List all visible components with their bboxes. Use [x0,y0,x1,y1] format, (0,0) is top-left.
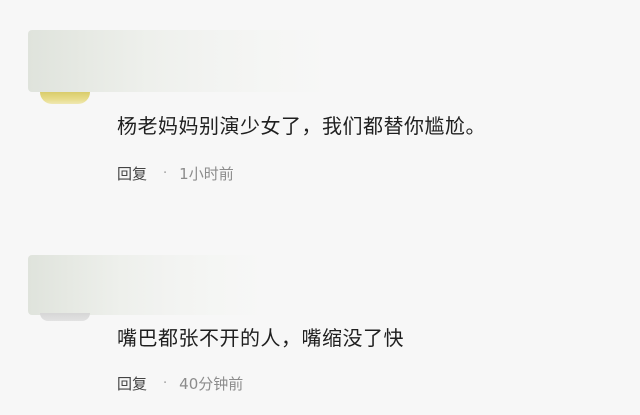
avatar[interactable] [40,92,90,104]
comment-text: 嘴巴都张不开的人，嘴缩没了快 [117,326,404,350]
comment-timestamp: 1小时前 [179,165,234,183]
comment-item: 嘴巴都张不开的人，嘴缩没了快 回复 · 40分钟前 [0,205,640,415]
blurred-username [28,255,263,315]
avatar[interactable] [40,313,90,321]
blurred-username [28,30,328,92]
reply-button[interactable]: 回复 [117,373,147,394]
separator-dot: · [163,376,168,391]
comment-meta: 回复 · 1小时前 [117,163,234,184]
separator-dot: · [163,166,168,181]
reply-button[interactable]: 回复 [117,163,147,184]
comment-meta: 回复 · 40分钟前 [117,373,243,394]
comment-item: 杨老妈妈别演少女了，我们都替你尴尬。 回复 · 1小时前 [0,0,640,205]
comment-text: 杨老妈妈别演少女了，我们都替你尴尬。 [117,114,486,138]
comment-timestamp: 40分钟前 [179,375,244,393]
